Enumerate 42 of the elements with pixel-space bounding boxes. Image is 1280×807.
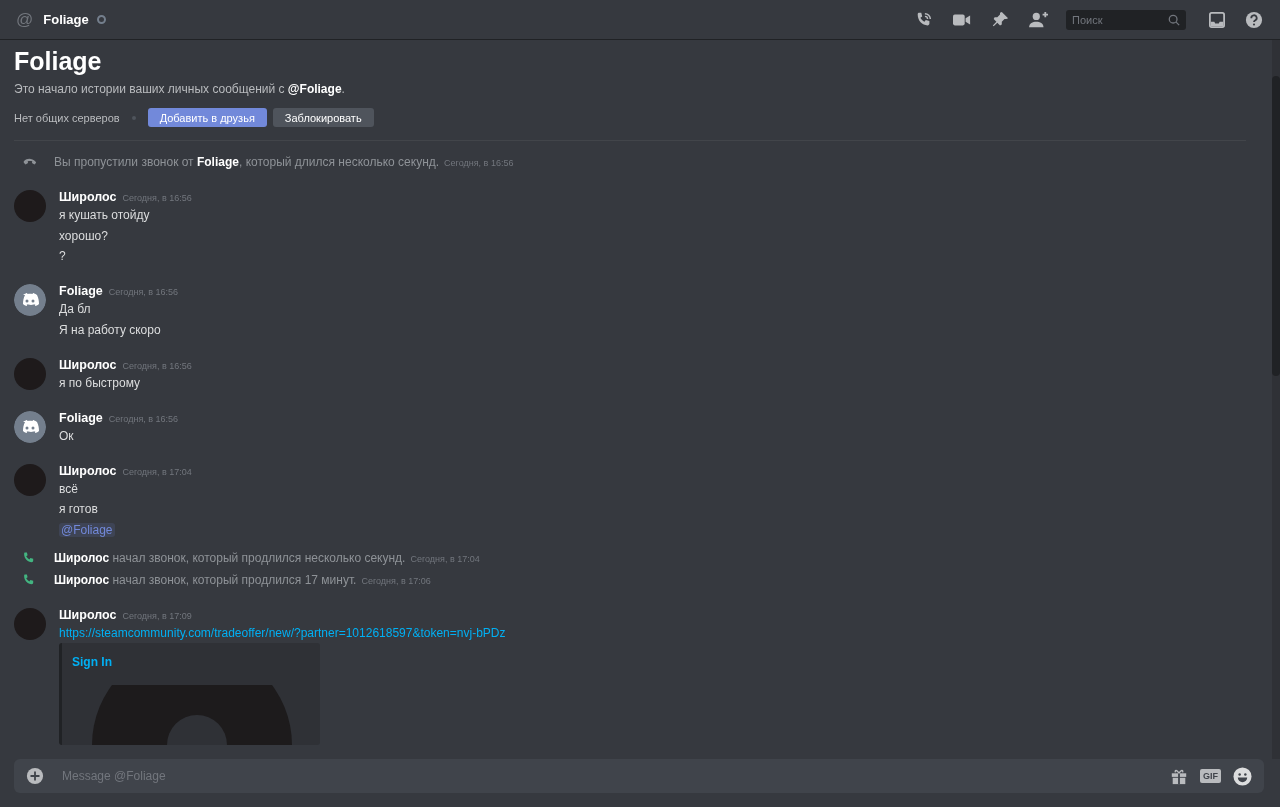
default-avatar[interactable] (14, 410, 46, 443)
channel-title: Foliage (43, 12, 89, 27)
help-icon[interactable] (1245, 10, 1263, 29)
add-user-icon[interactable] (1029, 10, 1049, 29)
separator-dot (131, 115, 136, 120)
username[interactable]: Широлос (59, 607, 117, 622)
search-field[interactable]: Поиск (1066, 9, 1186, 30)
block-button[interactable]: Заблокировать (272, 108, 374, 127)
username[interactable]: Широлос (59, 463, 117, 478)
status-icon (96, 15, 106, 24)
username[interactable]: Foliage (59, 284, 103, 298)
message-text: ? (59, 249, 67, 263)
default-avatar[interactable] (14, 284, 46, 316)
mutual-servers-text: Нет общих серверов (14, 111, 120, 124)
message-text: Да бл (59, 302, 92, 316)
embed-title[interactable]: Sign In (72, 654, 320, 669)
inbox-icon[interactable] (1209, 11, 1225, 28)
video-camera-icon[interactable] (953, 12, 971, 27)
message-text: хорошо? (59, 228, 109, 243)
intro-subtitle: Это начало истории ваших личных сообщений с @Foliage. (14, 82, 346, 96)
message-link[interactable]: https://steamcommunity.com/tradeoffer/new/?partner=1012618597&token=nvj-bPDz (59, 625, 506, 640)
message-text: всё (59, 481, 79, 496)
add-icon[interactable] (26, 767, 44, 785)
username[interactable]: Широлос (59, 190, 117, 204)
message-text: я готов (59, 502, 99, 516)
message-text: я кушать отойду (59, 208, 151, 222)
at-sign-icon: @ (16, 9, 34, 30)
call-message: Широлос начал звонок, который продлился несколько секунд. (54, 550, 406, 565)
message-text: я по быстрому (59, 375, 142, 390)
search-icon (1168, 13, 1180, 26)
pin-icon[interactable] (991, 10, 1009, 29)
username[interactable]: Foliage (59, 410, 103, 425)
message-text: Ок (59, 428, 75, 443)
emoji-icon[interactable] (1233, 766, 1252, 786)
gif-button[interactable]: GIF (1200, 769, 1221, 783)
intro-title: Foliage (14, 46, 103, 76)
username[interactable]: Широлос (59, 357, 117, 372)
call-message: Вы пропустили звонок от Foliage, который длился несколько секунд. (54, 155, 440, 169)
message-text: Я на работу скоро (59, 322, 162, 337)
call-message: Широлос начал звонок, который продлился 17 минут. (54, 572, 357, 587)
gift-icon[interactable] (1170, 767, 1188, 785)
scrollbar-thumb[interactable] (1272, 76, 1280, 376)
